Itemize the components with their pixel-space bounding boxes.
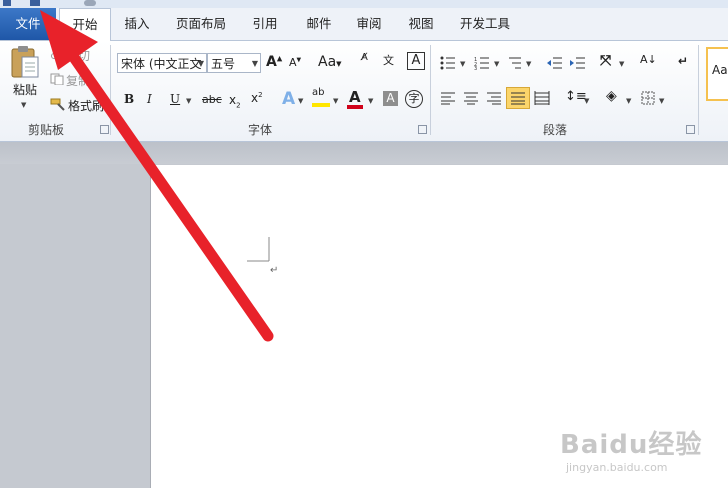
watermark-url: jingyan.baidu.com	[566, 461, 668, 474]
watermark-brand: Baidu经验	[560, 430, 703, 460]
annotation-arrow-icon	[40, 10, 274, 342]
baidu-watermark: Baidu经验 jingyan.baidu.com	[560, 424, 702, 474]
